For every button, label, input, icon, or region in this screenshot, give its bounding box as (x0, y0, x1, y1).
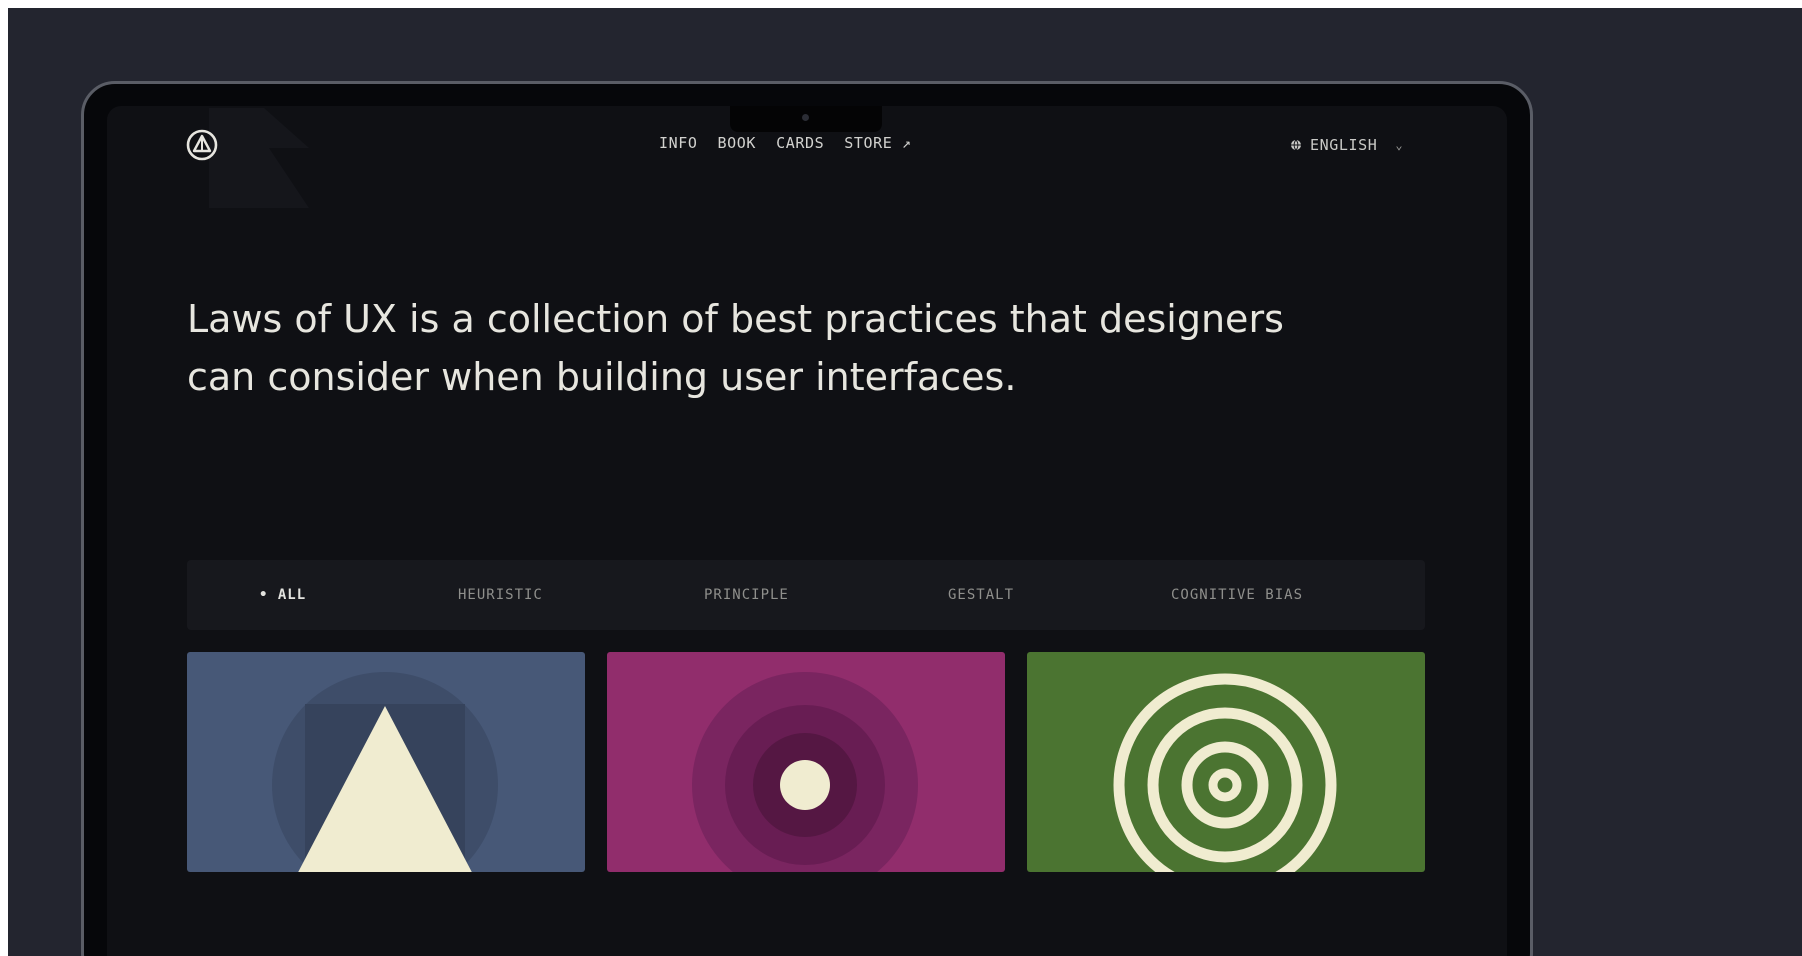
filter-principle[interactable]: PRINCIPLE (704, 587, 789, 603)
main-nav: INFO BOOK CARDS STORE ↗ (659, 134, 912, 152)
laptop-screen: INFO BOOK CARDS STORE ↗ ENGLISH ⌄ Laws o… (107, 106, 1507, 956)
nav-item-store[interactable]: STORE ↗ (844, 134, 911, 152)
hero-line-2: can consider when building user interfac… (187, 355, 1017, 399)
laptop-frame: INFO BOOK CARDS STORE ↗ ENGLISH ⌄ Laws o… (81, 81, 1533, 956)
category-filter-bar: • ALL HEURISTIC PRINCIPLE GESTALT COGNIT… (187, 560, 1425, 630)
hero-headline: Laws of UX is a collection of best pract… (187, 290, 1307, 406)
law-card-1[interactable] (187, 652, 585, 872)
nav-item-book[interactable]: BOOK (718, 134, 757, 152)
hero-line-1: Laws of UX is a collection of best pract… (187, 297, 1284, 341)
filter-all[interactable]: • ALL (259, 587, 306, 603)
active-dot-icon: • (259, 587, 269, 603)
triangle-in-circle-icon (272, 672, 498, 872)
law-card-2[interactable] (607, 652, 1005, 872)
filter-cognitive-bias[interactable]: COGNITIVE BIAS (1171, 587, 1303, 603)
nav-item-info[interactable]: INFO (659, 134, 698, 152)
laws-of-ux-logo-icon[interactable] (185, 128, 219, 162)
filter-all-label: ALL (277, 587, 307, 603)
globe-icon (1291, 139, 1301, 151)
camera-icon (802, 114, 809, 121)
law-card-3[interactable] (1027, 652, 1425, 872)
concentric-circles-dot-icon (692, 672, 918, 872)
page-backdrop: INFO BOOK CARDS STORE ↗ ENGLISH ⌄ Laws o… (8, 8, 1802, 956)
filter-heuristic[interactable]: HEURISTIC (458, 587, 543, 603)
language-label: ENGLISH (1310, 136, 1378, 154)
language-selector[interactable]: ENGLISH ⌄ (1290, 136, 1403, 154)
target-rings-icon (1113, 673, 1337, 872)
camera-notch (730, 106, 882, 132)
filter-gestalt[interactable]: GESTALT (948, 587, 1014, 603)
background-decoration (209, 108, 309, 208)
nav-item-cards[interactable]: CARDS (776, 134, 824, 152)
chevron-down-icon: ⌄ (1395, 138, 1404, 152)
